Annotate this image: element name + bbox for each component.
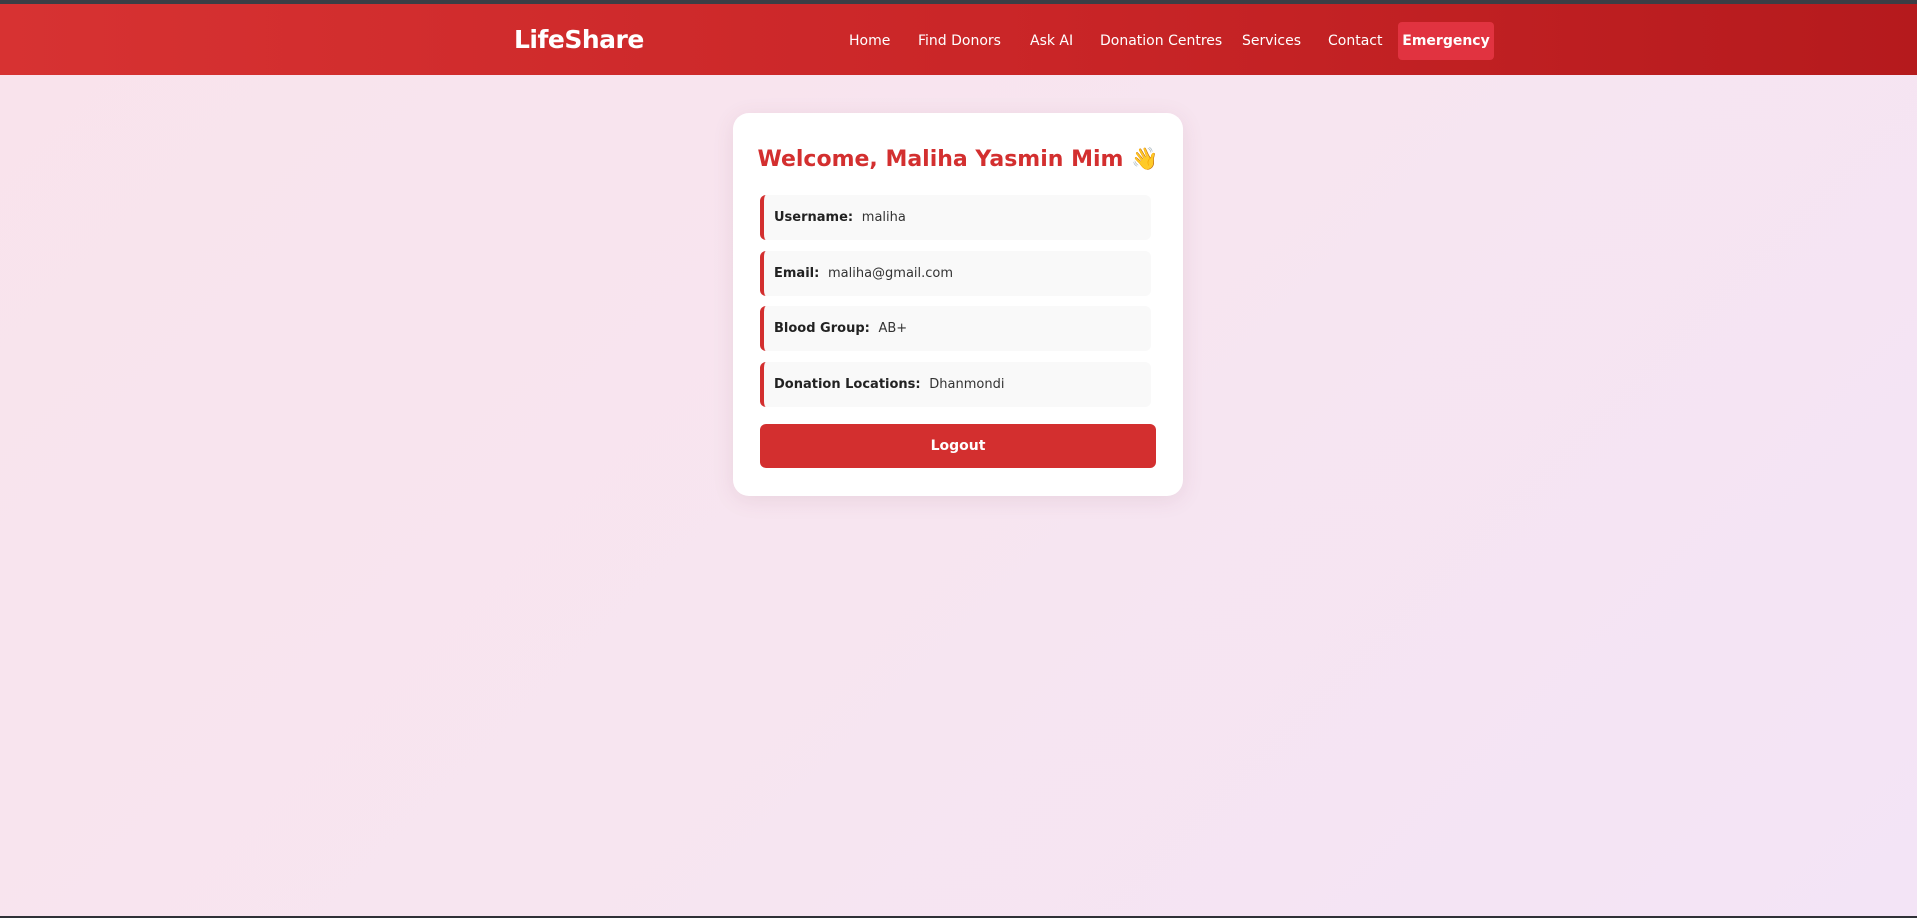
nav-donation-centres[interactable]: Donation Centres xyxy=(1100,32,1222,50)
profile-card: Welcome, Maliha Yasmin Mim 👋 Username: m… xyxy=(733,113,1183,496)
welcome-heading: Welcome, Maliha Yasmin Mim 👋 xyxy=(733,146,1183,174)
waving-hand-icon: 👋 xyxy=(1131,147,1159,172)
nav-services[interactable]: Services xyxy=(1242,32,1301,50)
blood-group-value: AB+ xyxy=(878,321,908,336)
nav-home[interactable]: Home xyxy=(849,32,890,50)
email-row: Email: maliha@gmail.com xyxy=(760,251,1151,296)
username-row: Username: maliha xyxy=(760,195,1151,240)
blood-group-label: Blood Group: xyxy=(774,321,875,336)
donation-locations-row: Donation Locations: Dhanmondi xyxy=(760,362,1151,407)
donation-locations-label: Donation Locations: xyxy=(774,377,926,392)
navbar: LifeShare Home Find Donors Ask AI Donati… xyxy=(0,4,1917,75)
logout-button[interactable]: Logout xyxy=(760,424,1156,468)
brand-logo[interactable]: LifeShare xyxy=(514,25,644,55)
emergency-button[interactable]: Emergency xyxy=(1398,22,1494,60)
email-label: Email: xyxy=(774,266,824,281)
email-value: maliha@gmail.com xyxy=(827,266,954,281)
donation-locations-value: Dhanmondi xyxy=(929,377,1005,392)
blood-group-row: Blood Group: AB+ xyxy=(760,306,1151,351)
username-value: maliha xyxy=(861,210,906,225)
nav-contact[interactable]: Contact xyxy=(1328,32,1382,50)
nav-find-donors[interactable]: Find Donors xyxy=(918,32,1001,50)
nav-ask-ai[interactable]: Ask AI xyxy=(1030,32,1073,50)
username-label: Username: xyxy=(774,210,858,225)
welcome-text: Welcome, Maliha Yasmin Mim xyxy=(757,147,1124,172)
